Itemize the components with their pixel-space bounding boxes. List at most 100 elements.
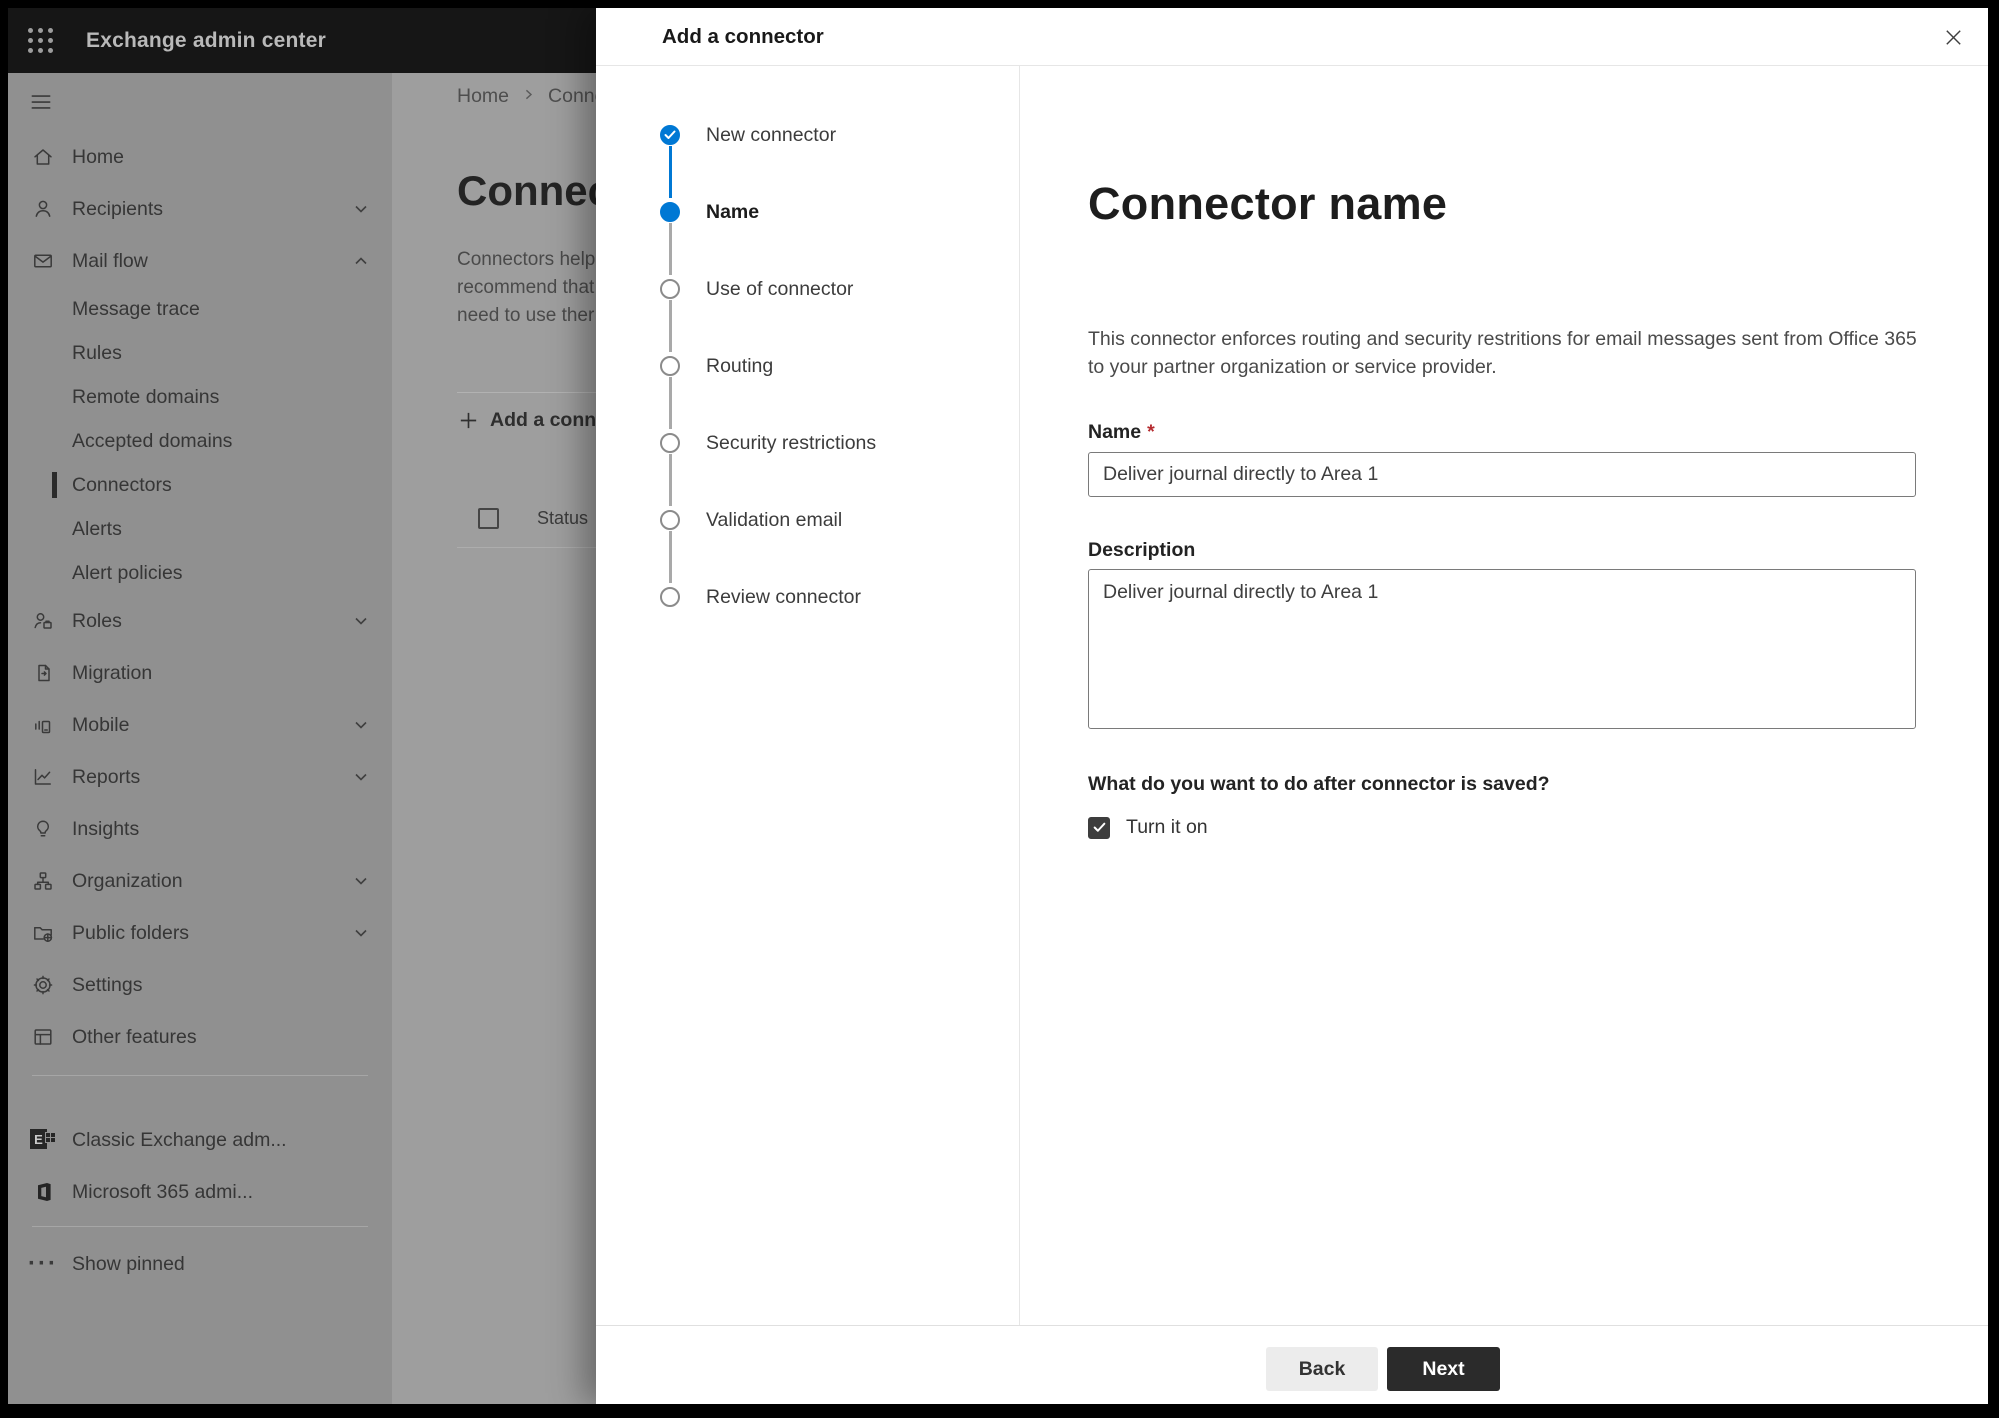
table-header-row: Status <box>478 508 588 529</box>
sidebar-item-message-trace[interactable]: Message trace <box>8 287 392 331</box>
sidebar-item-settings[interactable]: Settings <box>8 959 392 1011</box>
sidebar-item-insights[interactable]: Insights <box>8 803 392 855</box>
ellipsis-icon <box>30 1251 56 1277</box>
step-connector-line <box>668 531 672 583</box>
folder-globe-icon <box>30 920 56 946</box>
sidebar-item-label: Classic Exchange adm... <box>72 1128 287 1151</box>
sidebar-item-reports[interactable]: Reports <box>8 751 392 803</box>
turn-it-on-label: Turn it on <box>1126 816 1208 838</box>
step-security-restrictions: Security restrictions <box>660 429 876 506</box>
chevron-down-icon <box>352 872 370 890</box>
add-connector-button[interactable]: Add a conn <box>457 409 596 432</box>
sidebar-item-mobile[interactable]: Mobile <box>8 699 392 751</box>
close-icon <box>1945 29 1961 45</box>
step-label: Validation email <box>706 508 843 531</box>
description-textarea[interactable]: Deliver journal directly to Area 1 <box>1088 569 1916 729</box>
status-column-header[interactable]: Status <box>537 508 588 529</box>
step-label: Name <box>706 200 760 223</box>
step-label: Review connector <box>706 585 861 608</box>
sidebar-item-label: Reports <box>72 765 141 788</box>
step-circle <box>660 587 680 607</box>
step-routing: Routing <box>660 352 774 429</box>
sidebar-item-accepted-domains[interactable]: Accepted domains <box>8 419 392 463</box>
sidebar-item-label: Message trace <box>72 297 200 320</box>
page-title: Connec <box>457 167 612 214</box>
modal-footer: Back Next <box>596 1325 1988 1404</box>
step-name: Name <box>660 198 760 275</box>
turn-it-on-checkbox[interactable] <box>1088 816 1110 839</box>
sidebar-nav: Home Recipients Mail flow Message trace … <box>8 73 392 1404</box>
step-label: Routing <box>706 354 774 377</box>
page-description: Connectors help recommend that need to u… <box>457 249 596 326</box>
sidebar-item-other-features[interactable]: Other features <box>8 1011 392 1063</box>
chevron-down-icon <box>352 924 370 942</box>
step-connector-line <box>668 300 672 352</box>
sidebar-item-recipients[interactable]: Recipients <box>8 183 392 235</box>
step-connector-line <box>668 454 672 506</box>
sidebar-item-classic-exchange-admin[interactable]: E Classic Exchange adm... <box>8 1114 392 1166</box>
mail-icon <box>30 248 56 274</box>
add-connector-modal: Add a connector New connector Name Use o… <box>596 8 1988 1404</box>
exchange-admin-app: Exchange admin center Home Recipients Ma… <box>8 8 1988 1404</box>
next-button[interactable]: Next <box>1387 1347 1500 1391</box>
chevron-up-icon <box>352 252 370 270</box>
sidebar-item-mail-flow[interactable]: Mail flow <box>8 235 392 287</box>
turn-it-on-row[interactable]: Turn it on <box>1088 816 1208 839</box>
sidebar-item-microsoft-365-admin[interactable]: Microsoft 365 admi... <box>8 1166 392 1218</box>
step-circle-current <box>660 202 680 222</box>
select-all-checkbox[interactable] <box>478 508 499 529</box>
app-title: Exchange admin center <box>86 28 326 52</box>
sidebar-item-label: Insights <box>72 817 140 840</box>
mobile-chart-icon <box>30 712 56 738</box>
sidebar-item-label: Alerts <box>72 517 122 540</box>
sidebar-item-label: Migration <box>72 661 153 684</box>
sidebar-item-home[interactable]: Home <box>8 131 392 183</box>
person-icon <box>30 196 56 222</box>
sidebar-divider <box>32 1226 368 1227</box>
sidebar-item-rules[interactable]: Rules <box>8 331 392 375</box>
roles-icon <box>30 608 56 634</box>
sidebar-item-label: Mail flow <box>72 249 148 272</box>
sidebar-item-alert-policies[interactable]: Alert policies <box>8 551 392 595</box>
app-launcher-button[interactable] <box>8 8 72 73</box>
sidebar-item-public-folders[interactable]: Public folders <box>8 907 392 959</box>
sidebar-item-alerts[interactable]: Alerts <box>8 507 392 551</box>
step-circle <box>660 510 680 530</box>
step-circle-completed <box>660 125 680 145</box>
waffle-icon <box>27 28 53 53</box>
sidebar-item-organization[interactable]: Organization <box>8 855 392 907</box>
required-asterisk: * <box>1147 421 1155 443</box>
chevron-down-icon <box>352 768 370 786</box>
description-field-label: Description <box>1088 539 1196 561</box>
sidebar-item-show-pinned[interactable]: Show pinned <box>8 1235 392 1293</box>
sidebar-item-migration[interactable]: Migration <box>8 647 392 699</box>
migration-icon <box>30 660 56 686</box>
step-validation-email: Validation email <box>660 506 843 583</box>
step-review-connector: Review connector <box>660 583 861 611</box>
sidebar-item-remote-domains[interactable]: Remote domains <box>8 375 392 419</box>
sidebar-divider <box>32 1075 368 1076</box>
home-icon <box>30 144 56 170</box>
breadcrumb: Home Conne <box>457 85 606 108</box>
sidebar-item-connectors[interactable]: Connectors <box>8 463 392 507</box>
name-input[interactable] <box>1088 452 1916 497</box>
sidebar-item-label: Home <box>72 145 125 168</box>
screenshot-frame: Exchange admin center Home Recipients Ma… <box>0 0 1999 1418</box>
step-connector-line <box>668 146 672 198</box>
content-description: This connector enforces routing and secu… <box>1088 328 1917 378</box>
nav-collapse-button[interactable] <box>8 73 392 131</box>
exchange-logo-icon: E <box>30 1127 56 1153</box>
sidebar-item-roles[interactable]: Roles <box>8 595 392 647</box>
modal-header: Add a connector <box>596 8 1988 66</box>
hamburger-icon <box>28 89 54 115</box>
step-use-of-connector: Use of connector <box>660 275 853 352</box>
back-button[interactable]: Back <box>1266 1347 1378 1391</box>
close-button[interactable] <box>1938 22 1968 52</box>
sidebar-item-label: Accepted domains <box>72 429 233 452</box>
chevron-right-icon <box>521 85 536 108</box>
lightbulb-icon <box>30 816 56 842</box>
breadcrumb-home-link[interactable]: Home <box>457 85 509 108</box>
step-label: New connector <box>706 123 837 146</box>
sidebar-item-label: Remote domains <box>72 385 220 408</box>
org-chart-icon <box>30 868 56 894</box>
